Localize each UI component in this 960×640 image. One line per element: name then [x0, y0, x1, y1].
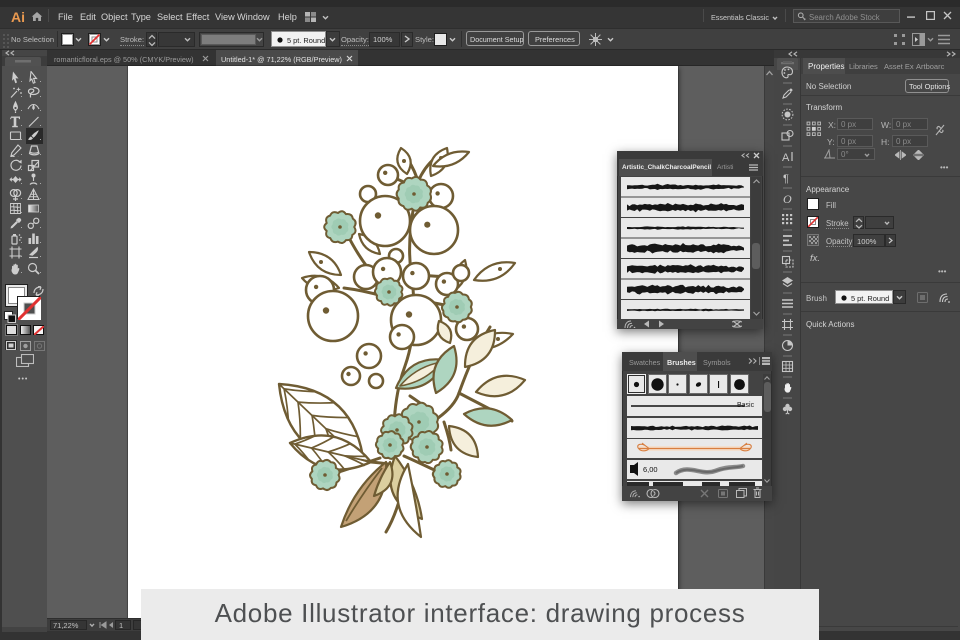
- svg-text:O: O: [783, 192, 792, 205]
- svg-text:¶: ¶: [783, 173, 789, 184]
- svg-text:A: A: [782, 152, 790, 163]
